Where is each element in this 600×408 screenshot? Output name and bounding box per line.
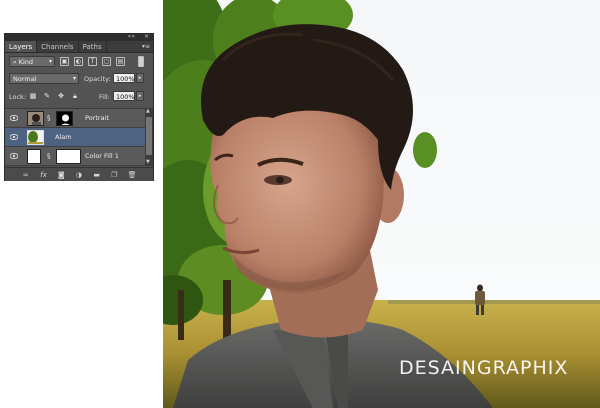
eye-icon[interactable] — [10, 115, 18, 121]
layers-list[interactable]: § Portrait Alam § Color Fill 1 — [5, 108, 145, 166]
new-layer-icon[interactable]: ❐ — [109, 171, 119, 179]
layers-bottom-toolbar: ∞ fx ◙ ◑ ▬ ❐ 🗑︎ — [5, 167, 153, 181]
lock-paint-icon[interactable]: ✎ — [43, 92, 51, 100]
add-mask-icon[interactable]: ◙ — [56, 171, 66, 179]
layers-scrollbar[interactable]: ▲ ▼ — [145, 108, 153, 166]
adjustment-layer-icon[interactable]: ◑ — [74, 171, 84, 179]
watermark-text: DESAINGRAPHIX — [399, 357, 569, 379]
delete-layer-icon[interactable]: 🗑︎ — [127, 171, 137, 179]
lock-move-icon[interactable]: ✥ — [57, 92, 65, 100]
layer-thumbnail — [27, 111, 44, 126]
composite-photo — [163, 0, 600, 408]
eye-icon[interactable] — [10, 134, 18, 140]
layer-name: Portrait — [85, 114, 109, 122]
layer-mask-thumbnail[interactable] — [56, 111, 73, 126]
filter-kind-dropdown[interactable]: ⌕ Kind ▾ — [9, 56, 55, 67]
chevron-down-icon: ▾ — [72, 75, 76, 82]
layer-mask-thumbnail[interactable] — [56, 149, 81, 164]
opacity-slider-arrow[interactable]: ▸ — [136, 73, 144, 83]
lock-label: Lock: — [9, 93, 27, 101]
shape-filter-icon[interactable]: ◻ — [102, 57, 111, 66]
document-canvas[interactable]: DESAINGRAPHIX — [163, 0, 600, 408]
new-group-icon[interactable]: ▬ — [92, 171, 102, 179]
lock-transparent-icon[interactable]: ▦ — [29, 92, 37, 100]
layer-color-fill-1[interactable]: § Color Fill 1 — [5, 147, 145, 166]
layers-panel[interactable]: «« ✕ Layers Channels Paths ▾≡ ⌕ Kind ▾ ▣… — [4, 33, 154, 181]
chevron-down-icon: ▾ — [48, 58, 52, 65]
filter-kind-label: Kind — [18, 58, 34, 66]
scroll-up-icon[interactable]: ▲ — [146, 108, 150, 114]
opacity-input[interactable]: 100% — [113, 73, 135, 83]
type-filter-icon[interactable]: T — [88, 57, 97, 66]
scrollbar-thumb[interactable] — [146, 117, 152, 155]
filter-toggle[interactable] — [138, 56, 144, 67]
tab-layers[interactable]: Layers — [5, 41, 38, 52]
fill-input[interactable]: 100% — [113, 91, 135, 101]
collapse-icon[interactable]: «« — [128, 33, 135, 40]
eye-icon[interactable] — [10, 153, 18, 159]
fill-slider-arrow[interactable]: ▸ — [136, 91, 144, 101]
opacity-label: Opacity: — [84, 75, 111, 83]
layer-name: Color Fill 1 — [85, 152, 119, 160]
pixel-filter-icon[interactable]: ▣ — [60, 57, 69, 66]
panel-tabs: Layers Channels Paths ▾≡ — [5, 41, 153, 53]
layer-portrait[interactable]: § Portrait — [5, 109, 145, 128]
blend-mode-value: Normal — [13, 75, 37, 83]
chain-link-icon[interactable]: § — [47, 152, 51, 160]
layer-style-icon[interactable]: fx — [39, 171, 49, 179]
tab-channels[interactable]: Channels — [37, 41, 79, 52]
tab-paths[interactable]: Paths — [79, 41, 107, 52]
panel-title-bar[interactable]: «« ✕ — [5, 33, 153, 41]
scroll-down-icon[interactable]: ▼ — [146, 159, 150, 165]
fill-label: Fill: — [99, 93, 110, 101]
fill-color-swatch[interactable] — [27, 149, 41, 164]
layer-name: Alam — [55, 133, 72, 141]
close-icon[interactable]: ✕ — [144, 33, 149, 40]
smart-object-filter-icon[interactable]: ▤ — [116, 57, 125, 66]
adjustment-filter-icon[interactable]: ◐ — [74, 57, 83, 66]
chain-link-icon[interactable]: § — [47, 114, 51, 122]
blend-mode-dropdown[interactable]: Normal ▾ — [9, 73, 79, 84]
lock-all-icon[interactable]: 🔒︎ — [71, 92, 79, 100]
layer-thumbnail — [27, 130, 44, 145]
layer-alam[interactable]: Alam — [5, 128, 145, 147]
panel-menu-icon[interactable]: ▾≡ — [142, 43, 150, 50]
link-layers-icon[interactable]: ∞ — [21, 171, 31, 179]
